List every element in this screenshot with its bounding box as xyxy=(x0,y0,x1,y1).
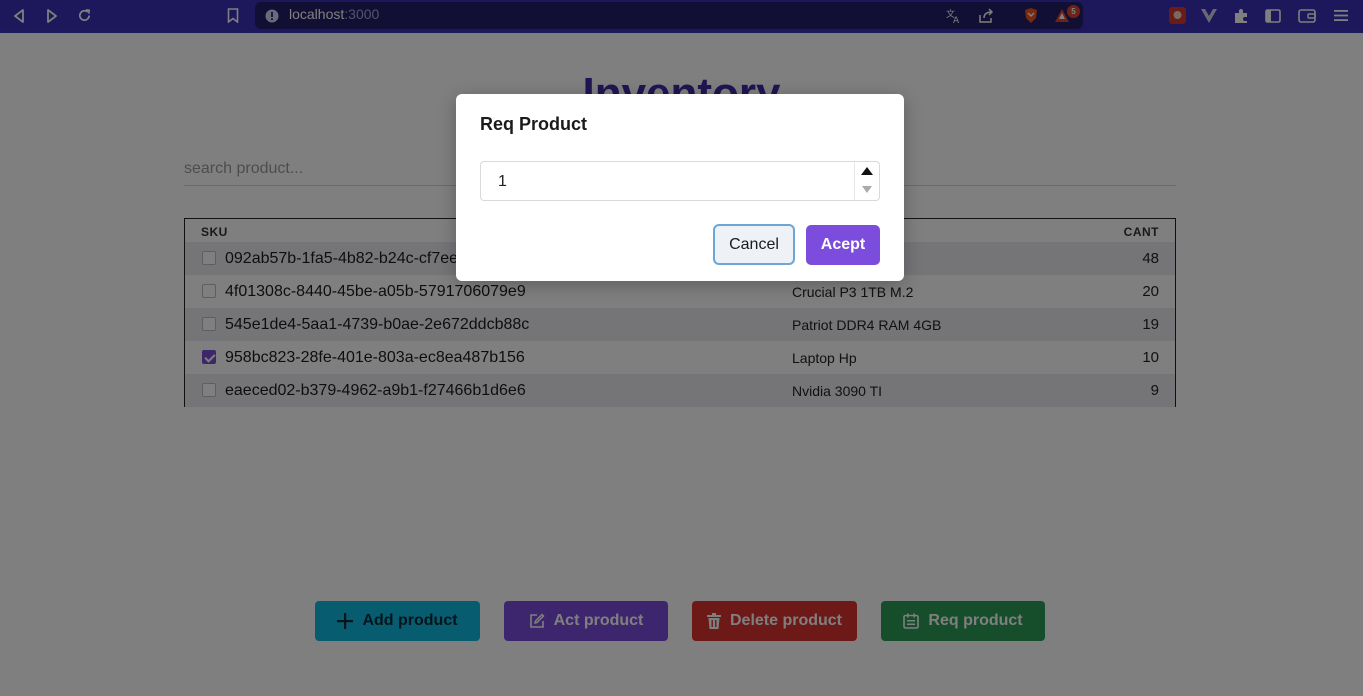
quantity-value: 1 xyxy=(498,173,507,190)
modal-title: Req Product xyxy=(480,114,588,134)
accept-button[interactable]: Acept xyxy=(806,225,880,265)
quantity-stepper[interactable] xyxy=(854,162,879,200)
cancel-button[interactable]: Cancel xyxy=(713,224,795,265)
quantity-input[interactable]: 1 xyxy=(480,161,880,201)
stepper-up-icon[interactable] xyxy=(861,167,873,175)
req-product-modal: Req Product 1 Cancel Acept xyxy=(456,94,904,281)
stepper-down-icon[interactable] xyxy=(862,186,872,193)
